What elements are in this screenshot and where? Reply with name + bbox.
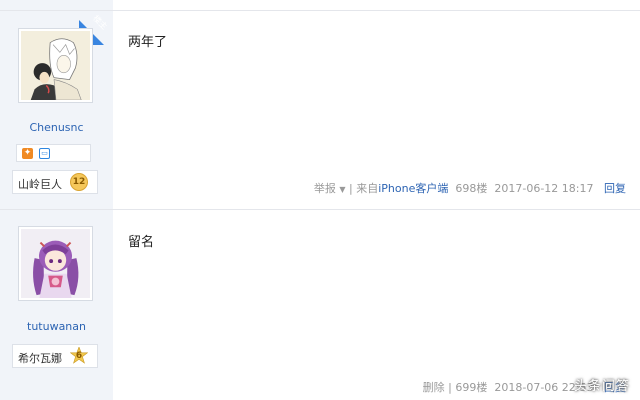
user-level-badge[interactable]: 希尔瓦娜 6 [12, 344, 98, 368]
chevron-down-icon[interactable]: ▼ [339, 185, 345, 194]
level-star-icon: 6 [70, 347, 88, 365]
controller-icon[interactable]: ✦ [22, 148, 33, 159]
post-699: tutuwanan 希尔瓦娜 6 留名 删除 | 699楼 2018-07-06… [0, 210, 640, 400]
post-content: 两年了 [128, 35, 168, 50]
avatar[interactable] [18, 226, 93, 301]
post-time: 2017-06-12 18:17 [494, 182, 594, 195]
reply-link[interactable]: 回复 [604, 182, 626, 195]
delete-link[interactable]: 删除 [423, 381, 445, 394]
phone-icon[interactable]: ▭ [39, 148, 50, 159]
client-link[interactable]: iPhone客户端 [378, 182, 448, 195]
post-meta: 举报 ▼ | 来自iPhone客户端 698楼 2017-06-12 18:17… [314, 180, 626, 196]
level-number: 6 [75, 351, 83, 361]
watermark-text: 头条问答 [573, 379, 630, 394]
user-badge-strip: ✦ ▭ [16, 144, 91, 162]
avatar[interactable] [18, 28, 93, 103]
from-label: | 来自 [349, 182, 379, 195]
username-link[interactable]: Chenusnc [0, 121, 113, 134]
level-title: 希尔瓦娜 [18, 352, 62, 365]
floor-number: | 699楼 [448, 381, 488, 394]
op-badge-label: 楼主 [91, 13, 109, 32]
post-698: 楼主 Chenusnc ✦ ▭ 山岭巨人 12 两年了 举报 ▼ | 来自iPh… [0, 11, 640, 209]
post-content: 留名 [128, 235, 155, 250]
username-link[interactable]: tutuwanan [0, 320, 113, 333]
level-title: 山岭巨人 [18, 178, 62, 191]
floor-number: 698楼 [455, 182, 488, 195]
report-link[interactable]: 举报 [314, 182, 336, 195]
user-level-badge[interactable]: 山岭巨人 12 [12, 170, 98, 194]
level-number: 12 [70, 173, 88, 191]
avatar-image-chenusnc [21, 31, 90, 100]
avatar-image-tutuwanan [21, 229, 90, 298]
